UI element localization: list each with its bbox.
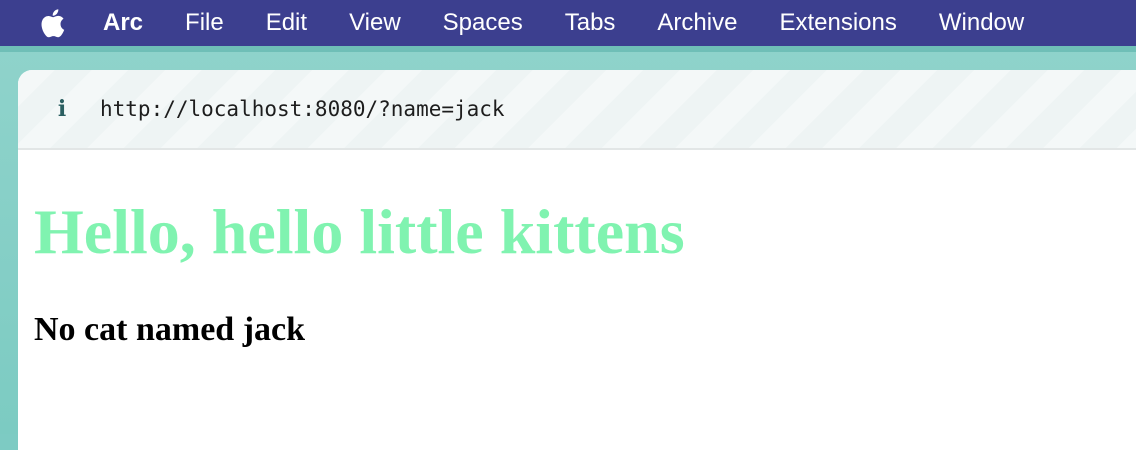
info-icon[interactable]: i: [52, 96, 72, 122]
apple-logo-svg: [41, 9, 65, 38]
browser-content-card: i http://localhost:8080/?name=jack Hello…: [18, 70, 1136, 450]
menu-item-extensions[interactable]: Extensions: [779, 9, 896, 37]
menu-item-tabs[interactable]: Tabs: [565, 9, 616, 37]
page-content: Hello, hello little kittens No cat named…: [18, 194, 1136, 350]
page-heading: Hello, hello little kittens: [34, 196, 685, 267]
menu-item-archive[interactable]: Archive: [657, 9, 737, 37]
menu-app-name[interactable]: Arc: [103, 9, 143, 37]
menu-item-view[interactable]: View: [349, 9, 401, 37]
menu-item-spaces[interactable]: Spaces: [443, 9, 523, 37]
window-top-border: [0, 46, 1136, 52]
menu-item-edit[interactable]: Edit: [266, 9, 307, 37]
menu-item-window[interactable]: Window: [939, 9, 1024, 37]
menu-item-file[interactable]: File: [185, 9, 224, 37]
url-text[interactable]: http://localhost:8080/?name=jack: [100, 97, 505, 121]
page-message: No cat named jack: [34, 311, 306, 348]
menu-bar: Arc File Edit View Spaces Tabs Archive E…: [0, 0, 1136, 46]
apple-logo-icon[interactable]: [37, 6, 67, 40]
url-bar[interactable]: i http://localhost:8080/?name=jack: [18, 70, 1136, 150]
